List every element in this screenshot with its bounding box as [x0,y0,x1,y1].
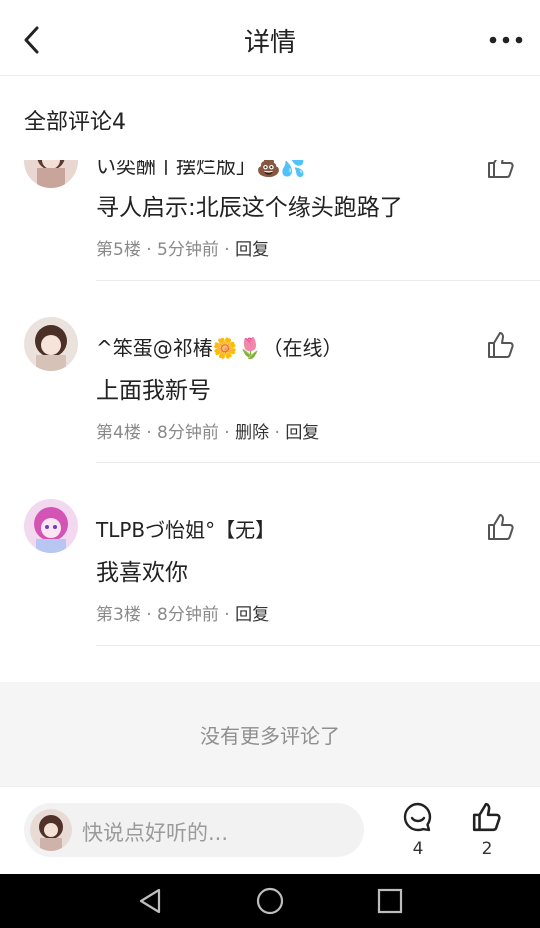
more-dots-icon [489,36,523,44]
comment-nickname[interactable]: TLPBづ怡姐°【无】 [96,514,275,543]
comments-section-title: 全部评论4 [24,110,126,135]
comment-meta: 第3楼 · 8分钟前 · 回复 [96,600,269,625]
floor-label: 第4楼 [96,423,141,443]
page-title: 详情 [243,28,296,58]
divider [96,280,540,281]
meta-dot: · [146,605,152,625]
comment-meta: 第5楼 · 5分钟前 · 回复 [96,235,269,260]
time-label: 5分钟前 [157,240,219,260]
meta-dot: · [274,423,280,443]
meta-dot: · [146,240,152,260]
comment-content: 寻人启示:北辰这个缘头跑路了 [96,195,403,221]
avatar[interactable] [24,499,78,553]
comment-meta: 第4楼 · 8分钟前 · 删除 · 回复 [96,418,319,443]
divider [96,462,540,463]
meta-dot: · [146,423,152,443]
reply-button[interactable]: 回复 [285,423,319,443]
time-label: 8分钟前 [157,423,219,443]
comment-nickname[interactable]: ^笨蛋@祁椿🌼🌷（在线） [96,332,343,361]
reply-button[interactable]: 回复 [235,240,269,260]
meta-dot: · [224,605,230,625]
floor-label: 第5楼 [96,240,141,260]
comment-content: 我喜欢你 [96,560,188,586]
no-more-comments: 没有更多评论了 [0,682,540,786]
reply-button[interactable]: 回复 [235,605,269,625]
thumbs-up-icon[interactable] [486,330,516,360]
comment-content: 上面我新号 [96,378,211,404]
detail-screen: い奕酬丨摆烂版」💩💦 寻人启示:北辰这个缘头跑路了 第5楼 · 5分钟前 · 回… [0,0,540,928]
avatar[interactable] [24,317,78,371]
top-bar: 详情 [0,0,540,76]
more-button[interactable] [486,24,526,56]
meta-dot: · [224,423,230,443]
meta-dot: · [224,240,230,260]
floor-label: 第3楼 [96,605,141,625]
divider [96,645,540,646]
thumbs-up-icon[interactable] [486,512,516,542]
no-more-label: 没有更多评论了 [200,723,340,748]
delete-button[interactable]: 删除 [235,423,269,443]
time-label: 8分钟前 [157,605,219,625]
